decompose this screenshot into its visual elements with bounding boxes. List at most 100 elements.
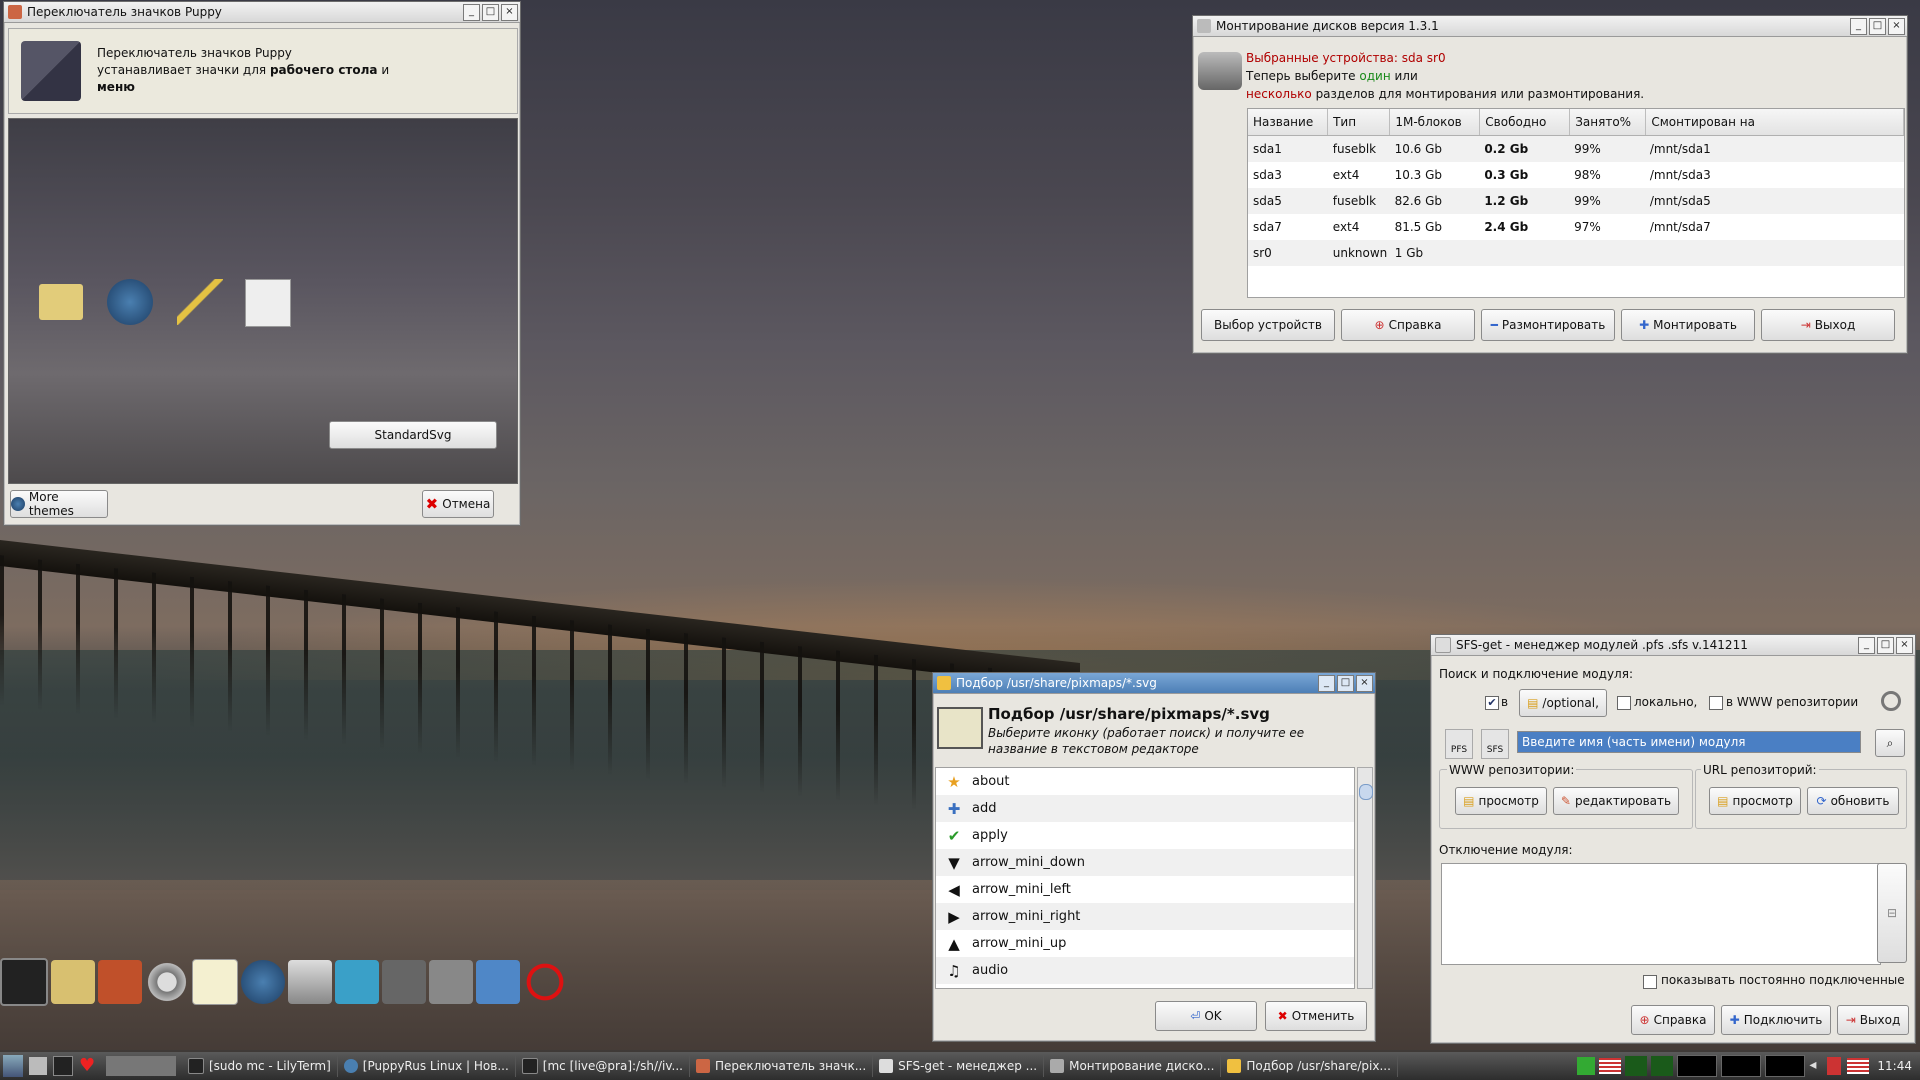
task-browser[interactable]: [PuppyRus Linux | Нов... [338, 1055, 516, 1077]
text-editor-icon[interactable] [192, 959, 238, 1005]
settings-gear-icon[interactable] [145, 960, 189, 1004]
clock[interactable]: 11:44 [1877, 1059, 1912, 1073]
power-icon[interactable] [523, 960, 567, 1004]
table-row[interactable]: sda5 fuseblk 82.6 Gb 1.2 Gb 99% /mnt/sda5 [1248, 188, 1904, 214]
terminal-icon[interactable] [0, 958, 48, 1006]
exit-button[interactable]: ⇥ Выход [1761, 309, 1895, 341]
in-checkbox[interactable]: ✔ [1485, 696, 1499, 710]
task-lilyterm[interactable]: [sudo mc - LilyTerm] [182, 1055, 338, 1077]
list-item[interactable]: ▼ arrow_mini_down [936, 849, 1354, 876]
quicklaunch-terminal-icon[interactable] [53, 1056, 73, 1076]
table-row[interactable]: sda3 ext4 10.3 Gb 0.3 Gb 98% /mnt/sda3 [1248, 162, 1904, 188]
search-button[interactable]: ⌕ [1875, 729, 1905, 757]
mount-titlebar[interactable]: Монтирование дисков версия 1.3.1 _ □ × [1193, 16, 1907, 37]
paint-icon[interactable] [335, 960, 379, 1004]
optional-path-button[interactable]: ▤/optional, [1519, 689, 1607, 717]
minimize-button[interactable]: _ [1850, 18, 1867, 35]
list-item[interactable]: ★ about [936, 768, 1354, 795]
unmount-button[interactable]: ━ Размонтировать [1481, 309, 1615, 341]
ok-button[interactable]: ⏎ OK [1155, 1001, 1257, 1031]
minimize-button[interactable]: _ [463, 4, 480, 21]
task-sfs-get[interactable]: SFS-get - менеджер ... [873, 1055, 1045, 1077]
maximize-button[interactable]: □ [1877, 637, 1894, 654]
minimize-button[interactable]: _ [1858, 637, 1875, 654]
close-button[interactable]: × [501, 4, 518, 21]
task-mount[interactable]: Монтирование диско... [1044, 1055, 1222, 1077]
www-view-button[interactable]: ▤ просмотр [1455, 787, 1547, 815]
maximize-button[interactable]: □ [1869, 18, 1886, 35]
refresh-button[interactable]: ⟳ обновить [1807, 787, 1899, 815]
browser-globe-icon[interactable] [241, 960, 285, 1004]
partition-table[interactable]: Название Тип 1М-блоков Свободно Занято% … [1247, 108, 1905, 298]
icon-picker-titlebar[interactable]: Подбор /usr/share/pixmaps/*.svg _ □ × [933, 673, 1375, 694]
task-mc[interactable]: [mc [live@pra]:/sh//iv... [516, 1055, 690, 1077]
table-row[interactable]: sda7 ext4 81.5 Gb 2.4 Gb 97% /mnt/sda7 [1248, 214, 1904, 240]
url-view-button[interactable]: ▤ просмотр [1709, 787, 1801, 815]
list-item[interactable]: ✔ apply [936, 822, 1354, 849]
list-scrollbar[interactable] [1357, 767, 1373, 989]
icon-switcher-titlebar[interactable]: Переключатель значков Puppy _ □ × [4, 2, 520, 23]
media-icon[interactable] [382, 960, 426, 1004]
column-header[interactable]: Смонтирован на [1646, 109, 1904, 135]
drive-icon[interactable] [288, 960, 332, 1004]
tray-graph-3[interactable] [1765, 1055, 1806, 1077]
tray-graph-2[interactable] [1721, 1055, 1762, 1077]
column-header[interactable]: Занято% [1570, 109, 1647, 135]
scrollbar-thumb[interactable] [1359, 784, 1373, 800]
column-header[interactable]: Название [1248, 109, 1329, 135]
column-header[interactable]: Свободно [1480, 109, 1571, 135]
mount-button[interactable]: ✚ Монтировать [1621, 309, 1755, 341]
list-item[interactable]: ▶ arrow_mini_right [936, 903, 1354, 930]
sfs-icon[interactable]: SFS [1481, 729, 1509, 759]
tray-cpu-monitor[interactable] [1625, 1056, 1648, 1076]
tray-network-icon[interactable] [1577, 1057, 1596, 1075]
desktop-pager[interactable] [106, 1056, 176, 1076]
tray-power-icon[interactable] [1827, 1057, 1842, 1075]
task-icon-switcher[interactable]: Переключатель значк... [690, 1055, 874, 1077]
disconnect-button[interactable]: ⊟ [1877, 863, 1907, 963]
standardsvg-theme-button[interactable]: StandardSvg [329, 421, 497, 449]
table-row[interactable]: sr0 unknown 1 Gb [1248, 240, 1904, 266]
select-devices-button[interactable]: Выбор устройств [1201, 309, 1335, 341]
sfs-titlebar[interactable]: SFS-get - менеджер модулей .pfs .sfs v.1… [1431, 635, 1915, 656]
local-checkbox[interactable] [1617, 696, 1631, 710]
table-row[interactable]: sda1 fuseblk 10.6 Gb 0.2 Gb 99% /mnt/sda1 [1248, 136, 1904, 162]
list-item[interactable]: ◀ arrow_mini_left [936, 876, 1354, 903]
maximize-button[interactable]: □ [1337, 675, 1354, 692]
tray-volume-icon[interactable]: ◂ [1809, 1057, 1823, 1075]
close-button[interactable]: × [1896, 637, 1913, 654]
folder-icon[interactable] [51, 960, 95, 1004]
edit-button[interactable]: ✎ редактировать [1553, 787, 1679, 815]
show-permanent-checkbox[interactable] [1643, 975, 1657, 989]
tray-temp-monitor[interactable] [1651, 1056, 1674, 1076]
list-item[interactable]: ✚ add [936, 795, 1354, 822]
cancel-button[interactable]: ✖ Отмена [422, 490, 494, 518]
column-header[interactable]: 1М-блоков [1390, 109, 1481, 135]
minimize-button[interactable]: _ [1318, 675, 1335, 692]
close-button[interactable]: × [1888, 18, 1905, 35]
tray-keyboard-flag-icon[interactable] [1599, 1058, 1622, 1074]
icon-list[interactable]: ★ about ✚ add ✔ apply ▼ arrow_mini_down ◀ arr… [935, 767, 1355, 989]
connect-button[interactable]: ✚ Подключить [1721, 1005, 1831, 1035]
help-button[interactable]: ⊕ Справка [1341, 309, 1475, 341]
module-search-input[interactable] [1517, 731, 1861, 753]
exit-button[interactable]: ⇥ Выход [1837, 1005, 1909, 1035]
www-checkbox[interactable] [1709, 696, 1723, 710]
connected-modules-list[interactable] [1441, 863, 1881, 965]
more-themes-button[interactable]: More themes [10, 490, 108, 518]
close-button[interactable]: × [1356, 675, 1373, 692]
task-icon-picker[interactable]: Подбор /usr/share/pix... [1221, 1055, 1398, 1077]
maximize-button[interactable]: □ [482, 4, 499, 21]
quicklaunch-files-icon[interactable] [29, 1057, 47, 1075]
camera-icon[interactable] [429, 960, 473, 1004]
network-monitors-icon[interactable] [476, 960, 520, 1004]
list-item[interactable]: ▲ arrow_mini_up [936, 930, 1354, 957]
tray-lang-flag-icon[interactable] [1847, 1058, 1870, 1074]
quicklaunch-heart-icon[interactable]: ♥ [79, 1057, 97, 1075]
menu-button[interactable] [3, 1055, 23, 1077]
column-header[interactable]: Тип [1328, 109, 1391, 135]
puppy-icon[interactable] [98, 960, 142, 1004]
search-magnifier-icon[interactable] [1881, 691, 1901, 711]
pfs-icon[interactable]: PFS [1445, 729, 1473, 759]
help-button[interactable]: ⊕ Справка [1631, 1005, 1715, 1035]
